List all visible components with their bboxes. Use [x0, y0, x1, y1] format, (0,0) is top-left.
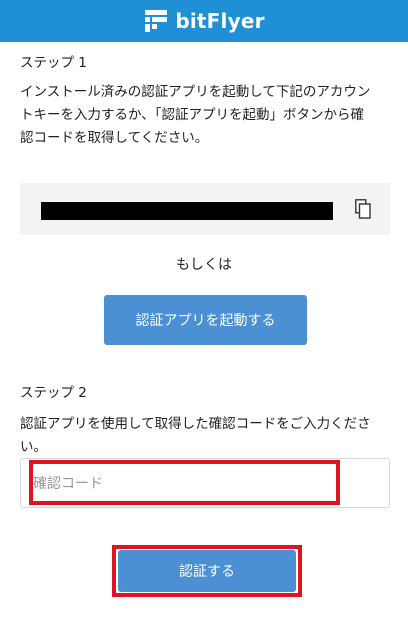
brand-logo: bitFlyer — [143, 8, 264, 34]
brand-name: bitFlyer — [175, 9, 265, 33]
or-label: もしくは — [176, 257, 232, 273]
step1-description-line2: トキーを入力するか、「認証アプリを起動」ボタンから確 — [20, 107, 364, 123]
step2-title: ステップ 2 — [20, 385, 87, 401]
copy-icon[interactable] — [355, 199, 371, 219]
code-input-wrapper — [20, 458, 390, 508]
account-key-box — [20, 183, 390, 235]
step1-title: ステップ 1 — [20, 55, 87, 71]
account-key-redacted — [41, 202, 333, 220]
step2-description-line2: い。 — [20, 439, 47, 455]
bitflyer-logo-icon — [145, 10, 168, 32]
verify-button[interactable]: 認証する — [118, 550, 296, 592]
step1-description-line3: 認コードを取得してください。 — [20, 130, 209, 146]
step1-description-line1: インストール済みの認証アプリを起動して下記のアカウン — [20, 84, 371, 100]
launch-auth-app-button[interactable]: 認証アプリを起動する — [104, 295, 307, 345]
step2-description-line1: 認証アプリを使用して取得した確認コードをご入力くださ — [20, 416, 371, 432]
app-header: bitFlyer — [0, 0, 408, 42]
verification-code-input[interactable] — [31, 467, 335, 501]
